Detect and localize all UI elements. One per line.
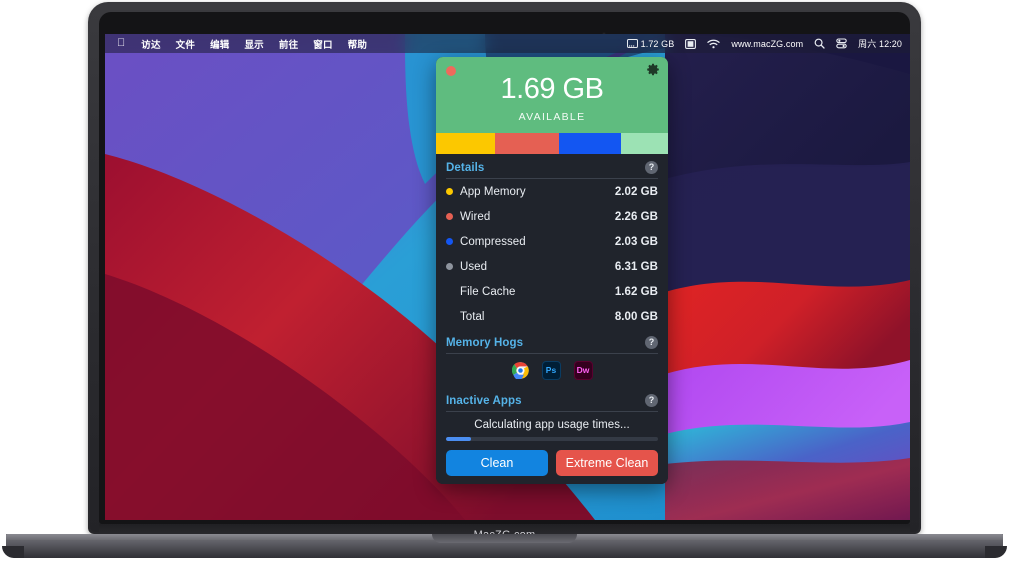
memory-usage-bar: [436, 133, 668, 154]
details-help-icon[interactable]: ?: [645, 161, 658, 174]
segment-compressed: [559, 133, 621, 154]
google-chrome-icon[interactable]: [512, 362, 529, 379]
segment-app-memory: [436, 133, 495, 154]
menubar-clock[interactable]: 周六 12:20: [858, 37, 902, 50]
menu-item-view[interactable]: 显示: [244, 37, 263, 51]
row-label: Compressed: [460, 236, 615, 248]
menubar-left:  访达 文件 编辑 显示 前往 窗口 帮助: [115, 37, 382, 51]
inactive-apps-title: Inactive Apps: [446, 395, 522, 407]
laptop-foot-left: [2, 546, 24, 558]
row-label: App Memory: [460, 186, 615, 198]
menubar-memory-status[interactable]: 1.72 GB: [627, 39, 675, 49]
macos-menubar[interactable]:  访达 文件 编辑 显示 前往 窗口 帮助 1.72 GB: [105, 34, 910, 53]
display-icon[interactable]: [685, 39, 696, 49]
inactive-apps-help-icon[interactable]: ?: [645, 394, 658, 407]
action-button-row: Clean Extreme Clean: [436, 450, 668, 476]
extreme-clean-button[interactable]: Extreme Clean: [556, 450, 658, 476]
laptop-foot-right: [985, 546, 1007, 558]
control-center-icon[interactable]: [836, 38, 847, 49]
adobe-dreamweaver-icon[interactable]: Dw: [574, 361, 593, 380]
legend-dot: [446, 313, 453, 320]
menubar-status-area: 1.72 GB www.macZG.com 周六 12:20: [627, 37, 902, 50]
menubar-site-label[interactable]: www.macZG.com: [731, 39, 803, 49]
screenshot-root:  访达 文件 编辑 显示 前往 窗口 帮助 1.72 GB: [0, 0, 1009, 586]
memory-hogs-help-icon[interactable]: ?: [645, 336, 658, 349]
table-row: App Memory 2.02 GB: [436, 179, 668, 204]
row-value: 2.26 GB: [615, 211, 658, 223]
details-rows: App Memory 2.02 GB Wired 2.26 GB Compres…: [436, 179, 668, 329]
desktop-screen:  访达 文件 编辑 显示 前往 窗口 帮助 1.72 GB: [105, 34, 910, 520]
progress-bar: [446, 437, 658, 441]
row-value: 1.62 GB: [615, 286, 658, 298]
menu-item-finder[interactable]: 访达: [141, 37, 160, 51]
menu-item-window[interactable]: 窗口: [313, 37, 332, 51]
menu-item-go[interactable]: 前往: [279, 37, 298, 51]
available-memory-value: 1.69 GB: [436, 75, 668, 104]
row-label: Total: [460, 311, 615, 323]
table-row: File Cache 1.62 GB: [436, 279, 668, 304]
memory-hogs-title: Memory Hogs: [446, 337, 523, 349]
inactive-apps-section-header: Inactive Apps ?: [436, 387, 668, 411]
laptop-base-notch: [432, 534, 577, 543]
wifi-icon[interactable]: [707, 39, 720, 49]
table-row: Used 6.31 GB: [436, 254, 668, 279]
available-memory-label: AVAILABLE: [436, 111, 668, 123]
table-row: Wired 2.26 GB: [436, 204, 668, 229]
menu-item-help[interactable]: 帮助: [348, 37, 367, 51]
legend-dot: [446, 288, 453, 295]
segment-free: [621, 133, 668, 154]
row-label: File Cache: [460, 286, 615, 298]
memory-hogs-list: Ps Dw: [436, 354, 668, 387]
search-icon[interactable]: [814, 38, 825, 49]
progress-bar-fill: [446, 437, 471, 441]
row-label: Used: [460, 261, 615, 273]
row-value: 6.31 GB: [615, 261, 658, 273]
details-section-header: Details ?: [436, 154, 668, 178]
memory-meter-icon: [627, 39, 638, 48]
clean-button[interactable]: Clean: [446, 450, 548, 476]
menu-item-file[interactable]: 文件: [176, 37, 195, 51]
menubar-memory-value: 1.72 GB: [641, 39, 675, 49]
memory-cleaner-panel: 1.69 GB AVAILABLE Details ? App: [436, 57, 668, 484]
memory-hogs-section-header: Memory Hogs ?: [436, 329, 668, 353]
details-title: Details: [446, 162, 484, 174]
segment-wired: [495, 133, 559, 154]
panel-header: 1.69 GB AVAILABLE: [436, 57, 668, 133]
row-value: 2.03 GB: [615, 236, 658, 248]
adobe-photoshop-icon[interactable]: Ps: [542, 361, 561, 380]
table-row: Total 8.00 GB: [436, 304, 668, 329]
panel-body: Details ? App Memory 2.02 GB Wired 2.26 …: [436, 154, 668, 484]
row-label: Wired: [460, 211, 615, 223]
row-value: 8.00 GB: [615, 311, 658, 323]
menu-item-edit[interactable]: 编辑: [210, 37, 229, 51]
legend-dot: [446, 188, 453, 195]
legend-dot: [446, 213, 453, 220]
legend-dot: [446, 238, 453, 245]
legend-dot: [446, 263, 453, 270]
inactive-apps-status: Calculating app usage times...: [436, 412, 668, 437]
table-row: Compressed 2.03 GB: [436, 229, 668, 254]
apple-logo-icon[interactable]: : [115, 38, 127, 49]
row-value: 2.02 GB: [615, 186, 658, 198]
